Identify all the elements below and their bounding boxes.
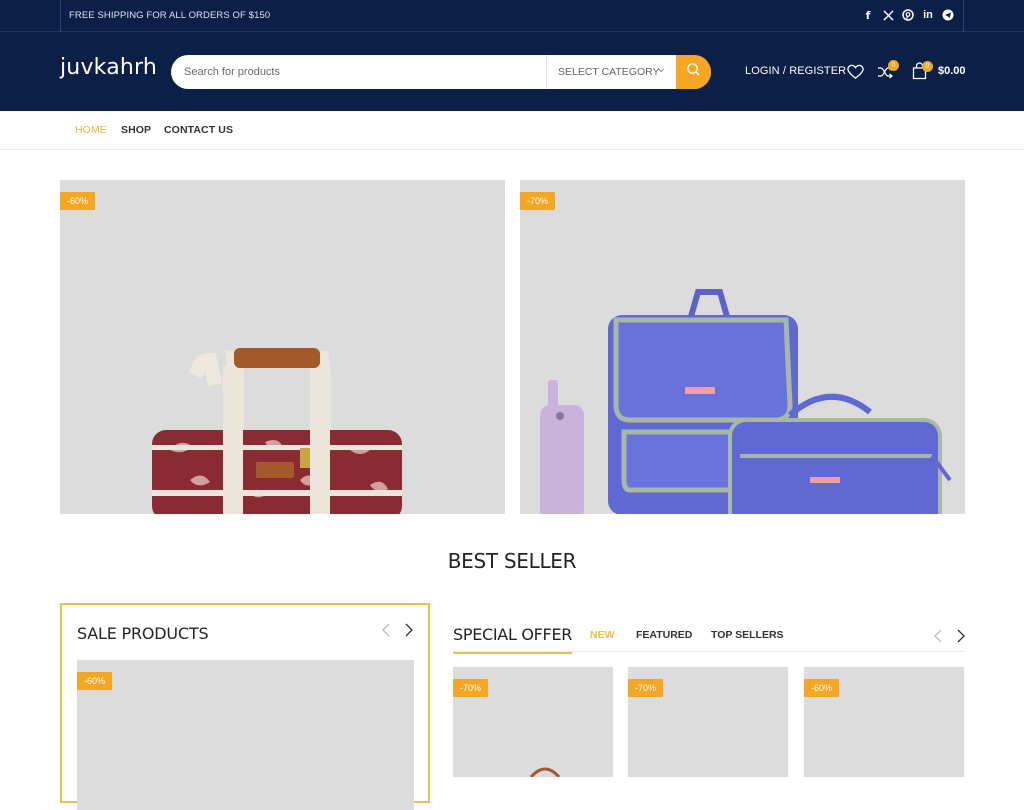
category-select[interactable]: SELECT CATEGORY xyxy=(546,55,676,89)
tab-top-sellers[interactable]: TOP SELLERS xyxy=(711,629,784,641)
carousel-prev-button[interactable] xyxy=(933,628,943,647)
discount-badge: -60% xyxy=(60,192,96,210)
top-bar-divider xyxy=(963,0,964,32)
discount-badge: -60% xyxy=(77,672,113,690)
chevron-left-icon xyxy=(382,623,390,637)
search-bar: SELECT CATEGORY xyxy=(171,55,711,89)
telegram-icon[interactable] xyxy=(942,8,954,22)
search-input[interactable] xyxy=(171,55,547,89)
compare-button[interactable]: 0 xyxy=(877,60,899,84)
promo-banner-backpack-set[interactable]: -70% xyxy=(520,180,965,514)
cart-total[interactable]: $0.00 xyxy=(938,65,966,77)
cooler-bag-image xyxy=(60,180,505,514)
search-icon xyxy=(686,62,701,82)
nav-item-home[interactable]: HOME xyxy=(75,124,107,136)
pinterest-icon[interactable] xyxy=(902,8,914,22)
heart-icon xyxy=(847,64,864,84)
x-twitter-icon[interactable] xyxy=(882,8,894,22)
chevron-down-icon xyxy=(657,66,665,76)
compare-count-badge: 0 xyxy=(888,60,899,71)
shipping-notice: FREE SHIPPING FOR ALL ORDERS OF $150 xyxy=(69,10,271,21)
cart-button[interactable]: 0 xyxy=(912,61,933,85)
main-header: juvkahrh SELECT CATEGORY xyxy=(0,32,1024,111)
discount-badge: -70% xyxy=(628,679,664,697)
main-navigation: HOME SHOP CONTACT US xyxy=(0,111,1024,150)
discount-badge: -70% xyxy=(520,192,556,210)
carousel-next-button[interactable] xyxy=(956,628,966,647)
product-image xyxy=(529,767,561,777)
chevron-left-icon xyxy=(934,629,942,643)
nav-item-shop[interactable]: SHOP xyxy=(121,124,151,136)
wishlist-button[interactable] xyxy=(847,64,864,85)
best-seller-heading: BEST SELLER xyxy=(447,549,577,573)
tab-special-offer[interactable]: SPECIAL OFFER xyxy=(453,625,572,654)
top-bar: FREE SHIPPING FOR ALL ORDERS OF $150 f i… xyxy=(0,0,1024,32)
nav-item-contact-us[interactable]: CONTACT US xyxy=(164,124,233,136)
site-logo[interactable]: juvkahrh xyxy=(60,55,157,80)
chevron-right-icon xyxy=(405,623,413,637)
sale-products-title: SALE PRODUCTS xyxy=(77,624,209,643)
product-card[interactable]: -60% xyxy=(804,667,964,777)
top-bar-divider xyxy=(60,0,61,32)
tab-featured[interactable]: FEATURED xyxy=(636,629,692,641)
linkedin-icon[interactable]: in xyxy=(922,8,934,22)
facebook-icon[interactable]: f xyxy=(862,8,874,22)
product-card[interactable]: -70% xyxy=(453,667,613,777)
social-links: f in xyxy=(862,8,954,22)
product-card[interactable]: -60% xyxy=(77,660,414,810)
category-select-label: SELECT CATEGORY xyxy=(558,66,660,78)
carousel-prev-button[interactable] xyxy=(381,622,391,641)
promo-banner-cooler-bag[interactable]: -60% xyxy=(60,180,505,514)
search-button[interactable] xyxy=(676,55,711,89)
cart-count-badge: 0 xyxy=(922,61,933,72)
chevron-right-icon xyxy=(957,629,965,643)
tab-new[interactable]: NEW xyxy=(590,629,615,641)
backpack-set-image xyxy=(520,180,965,514)
special-offer-tabs: SPECIAL OFFER NEW FEATURED TOP SELLERS xyxy=(453,618,966,654)
login-register-link[interactable]: LOGIN / REGISTER xyxy=(745,65,846,77)
product-card[interactable]: -70% xyxy=(628,667,788,777)
discount-badge: -60% xyxy=(804,679,840,697)
sale-products-widget: SALE PRODUCTS -60% xyxy=(60,603,430,810)
carousel-next-button[interactable] xyxy=(404,622,414,641)
